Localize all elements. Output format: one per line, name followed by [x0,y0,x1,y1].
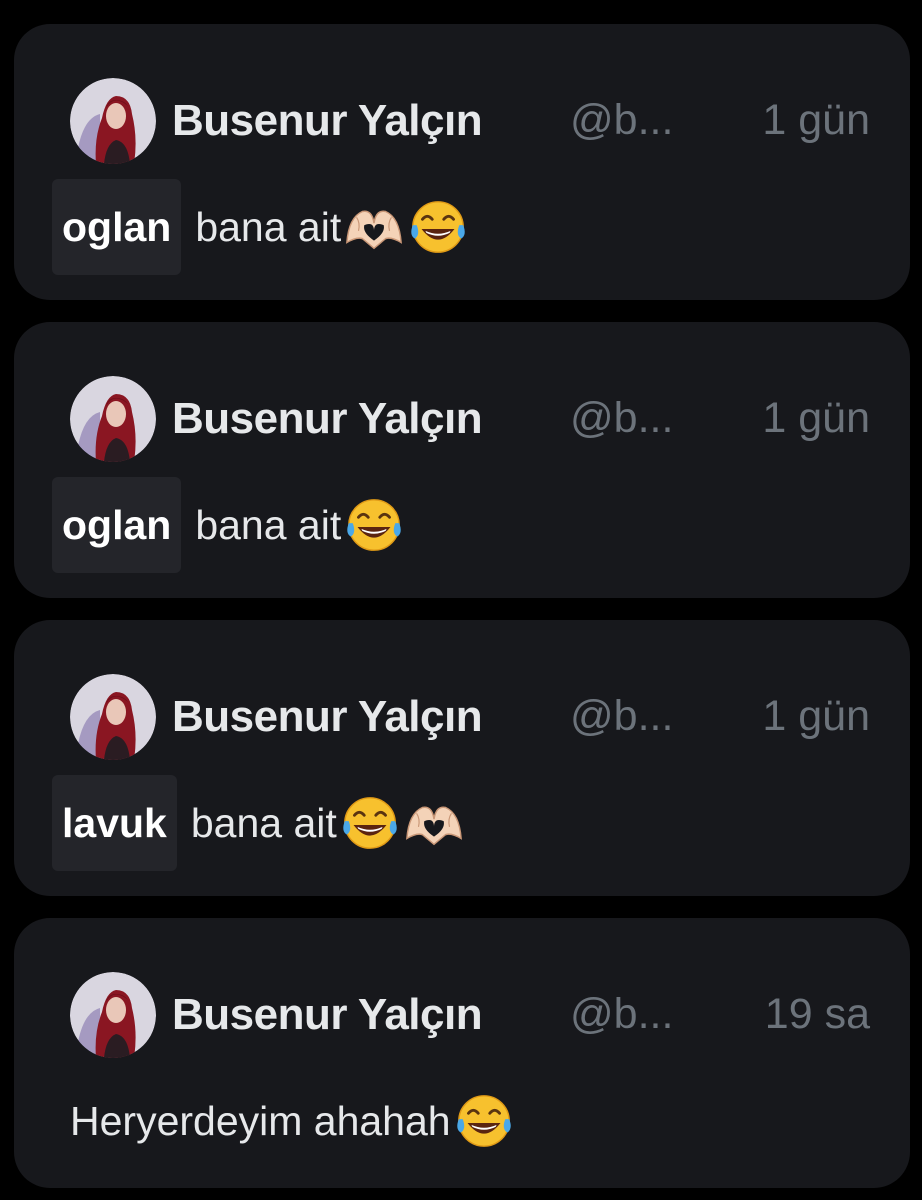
heart-hands-icon [403,792,465,854]
tweet-card[interactable]: Busenur Yalçın @b... 19 sa Heryerdeyim a… [14,918,910,1188]
tweet-card[interactable]: Busenur Yalçın @b... 1 gün oglan bana ai… [14,322,910,598]
tears-of-joy-icon [453,1090,515,1152]
avatar[interactable] [70,972,156,1058]
author-name[interactable]: Busenur Yalçın [172,990,483,1040]
author-handle[interactable]: @b... [570,990,673,1039]
timestamp[interactable]: 1 gün [762,692,870,741]
tweet-body-text: bana ait [195,501,342,548]
tweet-header: Busenur Yalçın @b... 1 gün [70,376,870,462]
timestamp[interactable]: 1 gün [762,96,870,145]
author-name[interactable]: Busenur Yalçın [172,394,483,444]
highlighted-word: oglan [62,203,172,250]
tears-of-joy-icon [343,494,405,556]
highlighted-word: oglan [62,501,172,548]
timestamp[interactable]: 1 gün [762,394,870,443]
avatar[interactable] [70,376,156,462]
tears-of-joy-icon [339,792,401,854]
tweet-card[interactable]: Busenur Yalçın @b... 1 gün lavuk bana ai… [14,620,910,896]
avatar[interactable] [70,78,156,164]
heart-hands-icon [343,196,405,258]
tweet-header: Busenur Yalçın @b... 1 gün [70,674,870,760]
author-name[interactable]: Busenur Yalçın [172,692,483,742]
tweet-text: oglan bana ait [52,179,469,275]
tweet-body-text: bana ait [195,203,342,250]
tweet-text: oglan bana ait [52,477,405,573]
highlighted-word-box: lavuk [52,775,177,871]
tweet-text: lavuk bana ait [52,775,465,871]
tweet-text: Heryerdeyim ahahah [70,1086,515,1156]
highlighted-word: lavuk [62,799,167,846]
tweet-header: Busenur Yalçın @b... 1 gün [70,78,870,164]
author-handle[interactable]: @b... [570,96,673,145]
avatar[interactable] [70,674,156,760]
tweet-body-text: Heryerdeyim ahahah [70,1097,451,1144]
highlighted-word-box: oglan [52,477,182,573]
author-name[interactable]: Busenur Yalçın [172,96,483,146]
author-handle[interactable]: @b... [570,692,673,741]
timestamp[interactable]: 19 sa [765,990,870,1039]
tweet-body-text: bana ait [190,799,337,846]
tweet-card[interactable]: Busenur Yalçın @b... 1 gün oglan bana ai… [14,24,910,300]
tears-of-joy-icon [407,196,469,258]
highlighted-word-box: oglan [52,179,182,275]
tweet-header: Busenur Yalçın @b... 19 sa [70,972,870,1058]
author-handle[interactable]: @b... [570,394,673,443]
